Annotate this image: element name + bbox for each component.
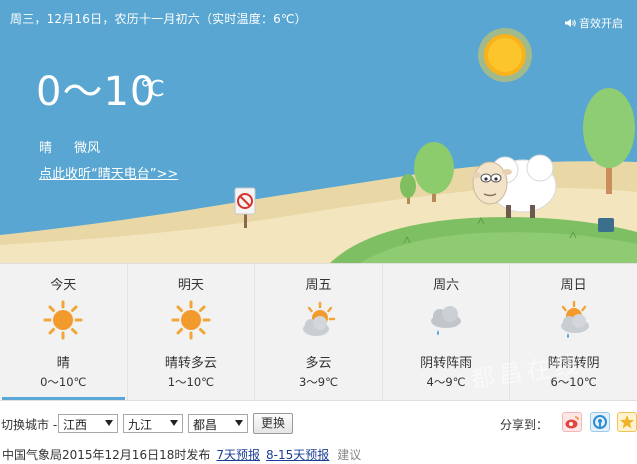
- qzone-share-icon[interactable]: [590, 412, 610, 432]
- city-select-value: 九江: [128, 418, 153, 432]
- chevron-down-icon: [170, 420, 178, 426]
- current-temp-range: 0～10: [36, 69, 157, 115]
- switch-city-button[interactable]: 更换: [253, 413, 293, 434]
- forecast-temp: 1～10℃: [167, 375, 215, 389]
- sun-illustration: [478, 28, 532, 82]
- sound-toggle-button[interactable]: 音效开启: [564, 15, 623, 31]
- forecast-day-name: 今天: [50, 278, 77, 293]
- star-share-icon[interactable]: [617, 412, 637, 432]
- forecast-day-2[interactable]: 周五 多云 3～9℃: [255, 264, 383, 400]
- current-condition: 晴: [39, 141, 53, 156]
- forecast-day-0[interactable]: 今天 晴 0～10℃: [0, 264, 128, 400]
- publish-info: 中国气象局2015年12月16日18时发布: [2, 448, 211, 462]
- forecast-condition: 晴: [56, 356, 70, 371]
- speaker-icon: [564, 18, 576, 28]
- footer: 中国气象局2015年12月16日18时发布 7天预报 8-15天预报 建议: [2, 446, 361, 463]
- forecast-temp: 3～9℃: [298, 375, 339, 389]
- forecast-day-3[interactable]: 周六 阴转阵雨 4～9℃: [383, 264, 511, 400]
- forecast-day-1[interactable]: 明天 晴转多云 1～10℃: [128, 264, 256, 400]
- temp-unit: ℃: [140, 77, 165, 102]
- seven-day-forecast-link[interactable]: 7天预报: [216, 448, 260, 462]
- forecast-temp: 0～10℃: [40, 375, 87, 389]
- province-select[interactable]: 江西: [58, 414, 118, 433]
- forecast-day-name: 周五: [305, 278, 332, 293]
- forecast-condition: 阴转阵雨: [420, 356, 473, 371]
- cloud-rain-icon: [426, 300, 466, 340]
- city-select[interactable]: 九江: [123, 414, 183, 433]
- forecast-day-4[interactable]: 周日 阵雨转阴 6～10℃: [510, 264, 637, 400]
- forecast-day-name: 周六: [433, 278, 460, 293]
- weibo-share-icon[interactable]: [562, 412, 582, 432]
- sunny-radio-link[interactable]: 点此收听“晴天电台”>>: [39, 163, 178, 182]
- sun-cloud-rain-icon: [554, 300, 594, 340]
- sound-toggle-label: 音效开启: [579, 17, 623, 30]
- sun-icon: [43, 300, 83, 340]
- suggest-link[interactable]: 建议: [337, 448, 361, 462]
- current-condition-row: 晴 微风: [39, 137, 118, 156]
- district-select[interactable]: 都昌: [188, 414, 248, 433]
- current-wind: 微风: [74, 141, 101, 156]
- province-select-value: 江西: [63, 418, 88, 432]
- forecast-temp: 6～10℃: [550, 375, 597, 389]
- sun-icon: [171, 300, 211, 340]
- forecast-condition: 多云: [305, 356, 332, 371]
- chevron-down-icon: [235, 420, 243, 426]
- landscape-illustration: [0, 0, 637, 263]
- forecast-strip: 今天 晴 0～10℃ 明天 晴转多云 1～10℃ 周五 多云 3～9℃ 周六 阴…: [0, 263, 637, 401]
- city-controls: 切换城市 - 江西 九江 都昌 更换 分享到：: [0, 412, 637, 436]
- chevron-down-icon: [105, 420, 113, 426]
- share-label: 分享到：: [500, 418, 549, 432]
- switch-city-label: 切换城市 -: [1, 418, 58, 432]
- forecast-temp: 4～9℃: [426, 375, 466, 389]
- date-line: 周三，12月16日，农历十一月初六（实时温度：6℃）: [10, 12, 307, 26]
- fifteen-day-forecast-link[interactable]: 8-15天预报: [266, 448, 329, 462]
- forecast-condition: 阵雨转阴: [547, 356, 600, 371]
- forecast-day-name: 周日: [560, 278, 587, 293]
- partly-cloudy-icon: [298, 300, 338, 340]
- forecast-day-name: 明天: [177, 278, 204, 293]
- district-select-value: 都昌: [193, 418, 218, 432]
- forecast-condition: 晴转多云: [164, 356, 217, 371]
- weather-hero: 周三，12月16日，农历十一月初六（实时温度：6℃） 音效开启 0～10 ℃ 晴…: [0, 0, 637, 263]
